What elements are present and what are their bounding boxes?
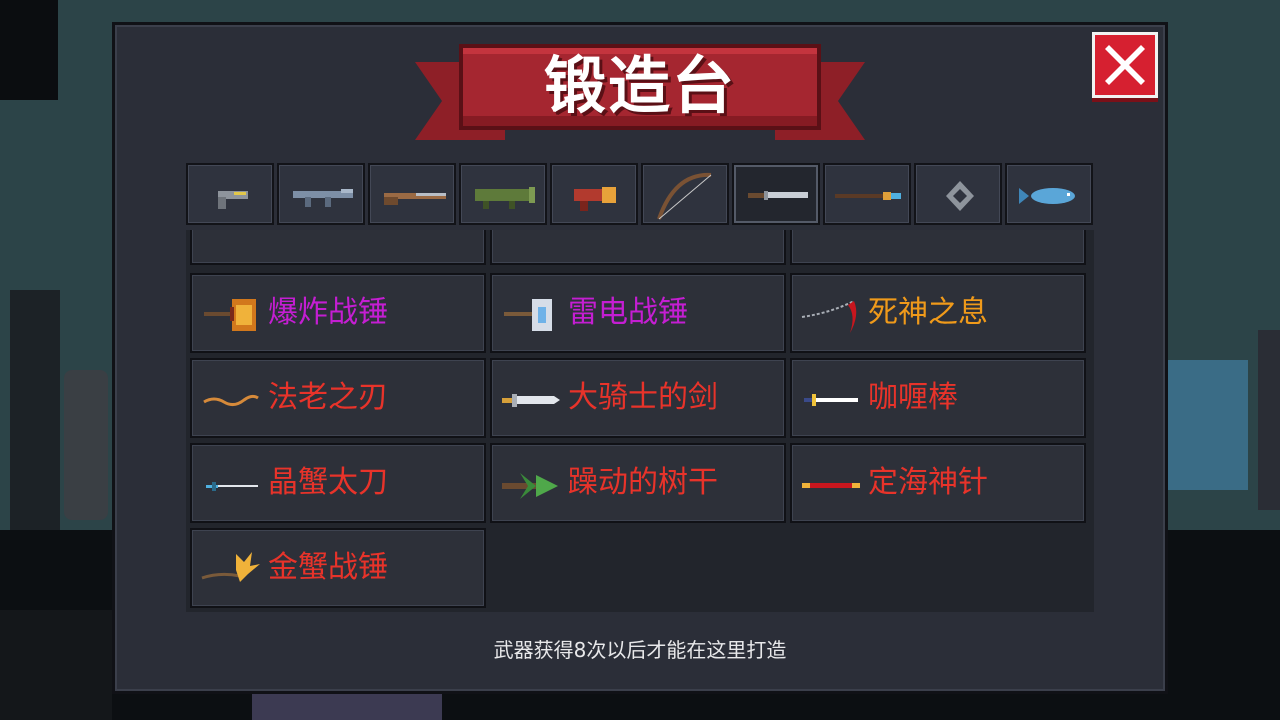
panel-title: 锻造台	[543, 49, 736, 122]
close-button[interactable]	[1092, 32, 1158, 98]
weapon-name: 法老之刃	[268, 380, 388, 415]
crystal-katana-icon	[206, 482, 258, 491]
weapon-name: 雷电战锤	[568, 295, 688, 330]
tab-sword[interactable]	[732, 163, 820, 225]
weapon-name: 金蟹战锤	[268, 550, 388, 585]
tab-throwing[interactable]	[914, 163, 1002, 225]
staff-icon	[835, 192, 901, 200]
shotgun-icon	[384, 193, 446, 205]
assault-rifle-icon	[293, 189, 353, 207]
weapon-item[interactable]: 躁动的树干	[490, 443, 786, 523]
weapon-name: 咖喱棒	[868, 380, 958, 415]
weapon-item[interactable]: 雷电战锤	[490, 273, 786, 353]
fish-icon	[1019, 188, 1075, 204]
weapon-item[interactable]: 大骑士的剑	[490, 358, 786, 438]
laser-gun-icon	[574, 187, 616, 211]
shuriken-icon	[946, 181, 974, 211]
tab-special[interactable]	[1005, 163, 1093, 225]
weapon-item[interactable]: 咖喱棒	[790, 358, 1086, 438]
tab-laser[interactable]	[550, 163, 638, 225]
knight-sword-icon	[502, 394, 560, 407]
weapon-item[interactable]: 死神之息	[790, 273, 1086, 353]
weapon-item[interactable]: 爆炸战锤	[190, 273, 486, 353]
excalibur-icon	[804, 394, 858, 406]
weapon-name: 晶蟹太刀	[268, 465, 388, 500]
weapon-name: 死神之息	[868, 295, 988, 330]
weapon-item[interactable]: 晶蟹太刀	[190, 443, 486, 523]
weapon-category-tabs	[186, 163, 1094, 227]
weapon-list: 爆炸战锤 雷电战锤 死神之息 法老之刃 大骑士的剑 咖喱棒 晶蟹太刀 躁动的树干…	[186, 230, 1094, 612]
close-x-icon	[1105, 45, 1145, 85]
list-item-partial[interactable]	[490, 230, 786, 265]
tab-bow[interactable]	[641, 163, 729, 225]
golden-staff-icon	[802, 483, 860, 488]
list-item-partial[interactable]	[190, 230, 486, 265]
weapon-name: 爆炸战锤	[268, 295, 388, 330]
tab-shotgun[interactable]	[368, 163, 456, 225]
list-item-partial[interactable]	[790, 230, 1086, 265]
weapon-name: 躁动的树干	[568, 465, 718, 500]
thunder-hammer-icon	[504, 299, 552, 331]
tab-rifle[interactable]	[277, 163, 365, 225]
scythe-icon	[801, 300, 857, 333]
pistol-icon	[218, 191, 248, 209]
pharaoh-blade-icon	[203, 394, 259, 407]
weapon-name: 定海神针	[868, 465, 988, 500]
explosive-hammer-icon	[204, 299, 256, 331]
title-banner: 锻造台	[415, 44, 865, 144]
sword-icon	[748, 191, 808, 200]
gold-crab-hammer-icon	[201, 552, 260, 582]
weapon-item[interactable]: 法老之刃	[190, 358, 486, 438]
weapon-item[interactable]: 金蟹战锤	[190, 528, 486, 608]
weapon-name: 大骑士的剑	[568, 380, 718, 415]
rocket-launcher-icon	[475, 187, 535, 209]
tree-trunk-icon	[502, 473, 558, 499]
weapon-item[interactable]: 定海神针	[790, 443, 1086, 523]
tab-pistol[interactable]	[186, 163, 274, 225]
forge-hint-text: 武器获得8次以后才能在这里打造	[493, 638, 787, 662]
tab-launcher[interactable]	[459, 163, 547, 225]
bow-icon	[657, 172, 712, 220]
tab-staff[interactable]	[823, 163, 911, 225]
